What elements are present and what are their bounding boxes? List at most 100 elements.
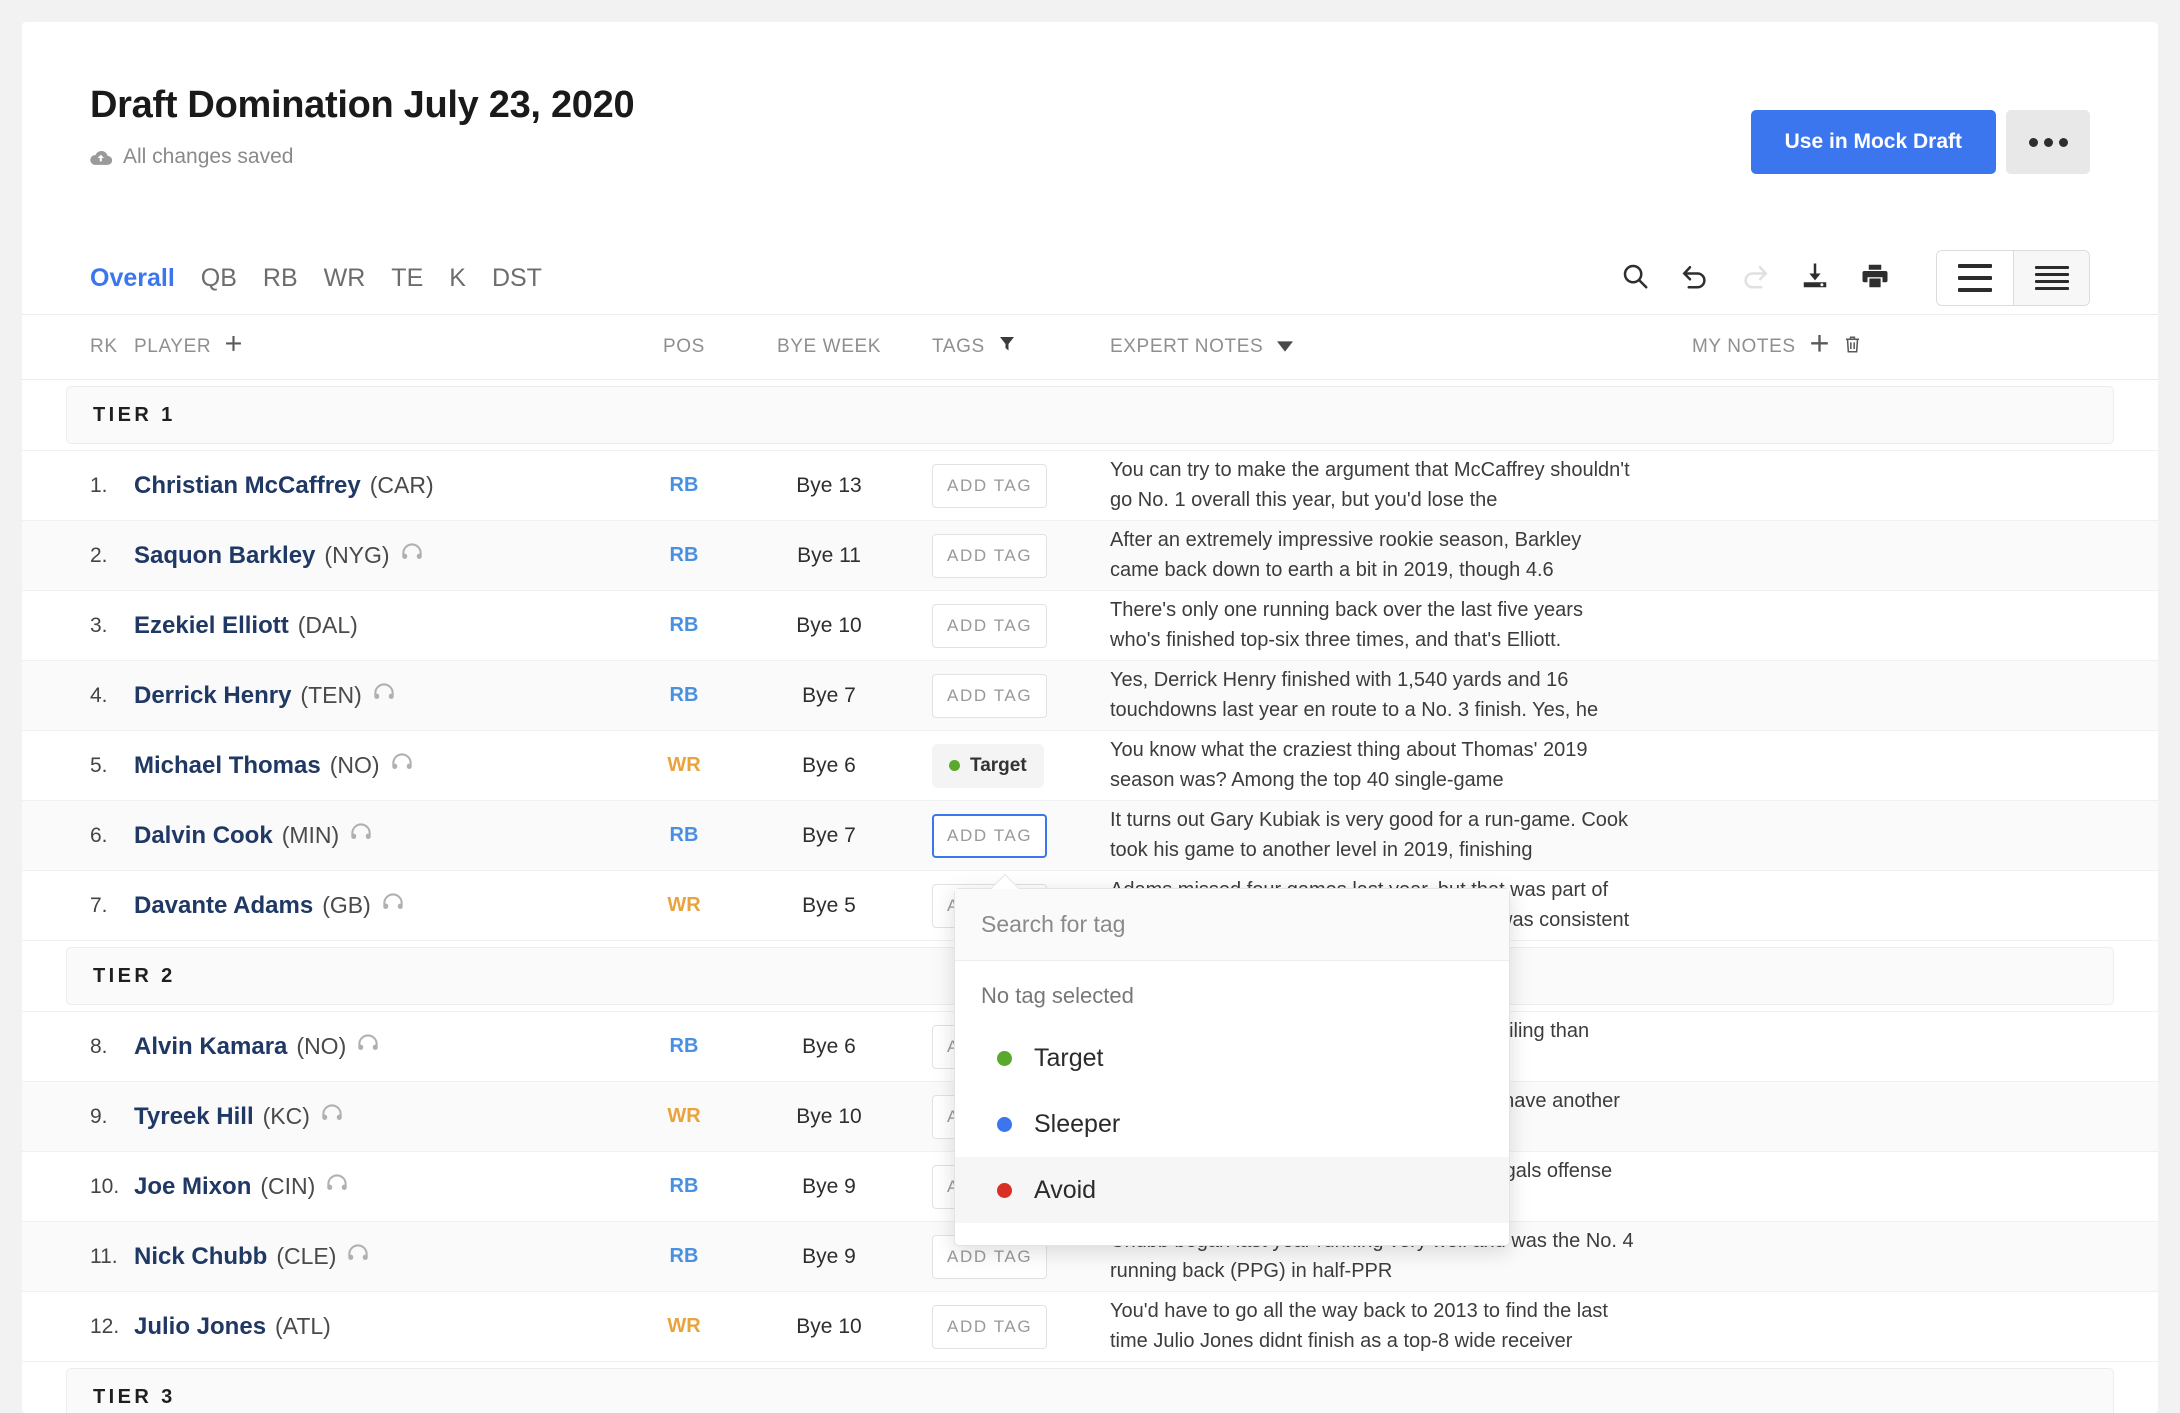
tab-k[interactable]: K [449,264,466,293]
add-note-icon[interactable] [1810,334,1829,360]
player-cell[interactable]: Nick Chubb (CLE) [134,1240,624,1273]
comfortable-density-button[interactable] [1937,251,2013,305]
player-position-cell: RB [624,1175,744,1198]
player-rank: 10. [90,1174,120,1198]
tab-te[interactable]: TE [391,264,423,293]
expert-note-text: You can try to make the argument that Mc… [1110,458,1630,511]
download-icon[interactable] [1800,261,1830,296]
player-team: (GB) [322,892,371,918]
tab-wr[interactable]: WR [324,264,366,293]
player-name[interactable]: Nick Chubb (CLE) [134,1240,371,1273]
tab-overall[interactable]: Overall [90,264,175,293]
player-cell[interactable]: Michael Thomas (NO) [134,749,624,782]
headphones-icon [389,749,415,782]
use-in-mock-draft-button[interactable]: Use in Mock Draft [1750,110,1996,174]
tag-color-dot [997,1050,1012,1066]
filter-icon[interactable] [999,336,1015,358]
add-tag-button[interactable]: ADD TAG [932,673,1048,718]
table-header-row: RK PLAYER POS BYE WEEK TAGS EXPERT NOTES… [22,314,2158,380]
player-name[interactable]: Tyreek Hill (KC) [134,1100,345,1133]
add-tag-button[interactable]: ADD TAG [932,813,1048,858]
table-row[interactable]: 1. Christian McCaffrey (CAR) RB Bye 13 ADD TA… [22,451,2158,521]
headphones-icon [399,539,425,572]
player-name[interactable]: Christian McCaffrey (CAR) [134,472,434,500]
player-team: (MIN) [281,822,340,848]
tab-qb[interactable]: QB [201,264,237,293]
player-name[interactable]: Joe Mixon (CIN) [134,1170,350,1203]
tier-header-row: TIER 3 [22,1362,2158,1413]
player-name-text: Davante Adams [134,891,314,919]
tier-header-row: TIER 1 [22,380,2158,451]
player-position-cell: RB [624,824,744,847]
tag-option-avoid[interactable]: Avoid [955,1157,1509,1223]
player-cell[interactable]: Christian McCaffrey (CAR) [134,472,624,500]
tag-option-target[interactable]: Target [955,1025,1509,1091]
player-tags-cell: ADD TAG [914,1304,1074,1349]
print-icon[interactable] [1860,261,1890,296]
tag-option-sleeper[interactable]: Sleeper [955,1091,1509,1157]
table-row[interactable]: 4. Derrick Henry (TEN) RB Bye 7 ADD TAG Yes, D… [22,661,2158,731]
expert-notes-cell: After an extremely impressive rookie sea… [1074,526,1634,585]
player-name[interactable]: Julio Jones (ATL) [134,1313,331,1341]
table-row[interactable]: 6. Dalvin Cook (MIN) RB Bye 7 ADD TAG It turns… [22,801,2158,871]
player-bye-week: Bye 7 [802,683,856,707]
table-row[interactable]: 2. Saquon Barkley (NYG) RB Bye 11 ADD TAG Afte… [22,521,2158,591]
player-cell[interactable]: Julio Jones (ATL) [134,1313,624,1341]
add-tag-button[interactable]: ADD TAG [932,1304,1048,1349]
player-name[interactable]: Derrick Henry (TEN) [134,679,397,712]
tag-chip[interactable]: Target [932,743,1044,788]
player-name[interactable]: Michael Thomas (NO) [134,749,415,782]
player-tags-cell: Target [914,743,1074,788]
player-name[interactable]: Alvin Kamara (NO) [134,1030,381,1063]
column-header-player-label: PLAYER [134,336,212,357]
add-tag-button[interactable]: ADD TAG [932,533,1048,578]
player-name-text: Michael Thomas [134,751,321,779]
player-position-cell: RB [624,1035,744,1058]
save-status-text: All changes saved [123,145,294,168]
player-cell[interactable]: Davante Adams (GB) [134,889,624,922]
player-name[interactable]: Saquon Barkley (NYG) [134,539,425,572]
tag-search-input[interactable] [981,911,1483,938]
table-row[interactable]: 3. Ezekiel Elliott (DAL) RB Bye 10 ADD TAG The… [22,591,2158,661]
tag-search-container [955,889,1509,961]
search-icon[interactable] [1620,261,1650,296]
player-rank: 5. [90,753,108,777]
undo-icon[interactable] [1680,261,1710,296]
tab-dst[interactable]: DST [492,264,542,293]
player-position: WR [667,894,701,916]
dot-icon [2043,137,2053,147]
compact-density-button[interactable] [2013,251,2089,305]
player-cell[interactable]: Joe Mixon (CIN) [134,1170,624,1203]
column-header-expert-notes: EXPERT NOTES [1074,336,1634,358]
player-bye-week: Bye 11 [797,543,861,567]
table-row[interactable]: 12. Julio Jones (ATL) WR Bye 10 ADD TAG You'd … [22,1292,2158,1362]
player-name[interactable]: Dalvin Cook (MIN) [134,819,374,852]
player-cell[interactable]: Saquon Barkley (NYG) [134,539,624,572]
player-bye-week: Bye 13 [796,473,862,497]
player-position: WR [667,1315,701,1337]
tab-rb[interactable]: RB [263,264,298,293]
player-name[interactable]: Ezekiel Elliott (DAL) [134,612,358,640]
compact-density-icon [2034,266,2069,290]
player-cell[interactable]: Ezekiel Elliott (DAL) [134,612,624,640]
more-options-button[interactable] [2006,110,2090,174]
player-cell[interactable]: Dalvin Cook (MIN) [134,819,624,852]
player-cell[interactable]: Tyreek Hill (KC) [134,1100,624,1133]
player-position-cell: RB [624,684,744,707]
player-cell[interactable]: Alvin Kamara (NO) [134,1030,624,1063]
delete-note-icon[interactable] [1843,335,1862,360]
chevron-down-icon[interactable] [1277,336,1294,358]
headphones-icon [324,1170,350,1203]
player-position-cell: RB [624,474,744,497]
dot-icon [2028,137,2038,147]
player-tags-cell: ADD TAG [914,533,1074,578]
player-name[interactable]: Davante Adams (GB) [134,889,406,922]
table-row[interactable]: 5. Michael Thomas (NO) WR Bye 6 Target You kno… [22,731,2158,801]
expert-note-text: There's only one running back over the l… [1110,598,1583,651]
add-player-icon[interactable] [225,335,242,359]
player-cell[interactable]: Derrick Henry (TEN) [134,679,624,712]
player-name-text: Tyreek Hill [134,1102,254,1130]
expert-notes-cell: It turns out Gary Kubiak is very good fo… [1074,806,1634,865]
add-tag-button[interactable]: ADD TAG [932,603,1048,648]
add-tag-button[interactable]: ADD TAG [932,463,1048,508]
